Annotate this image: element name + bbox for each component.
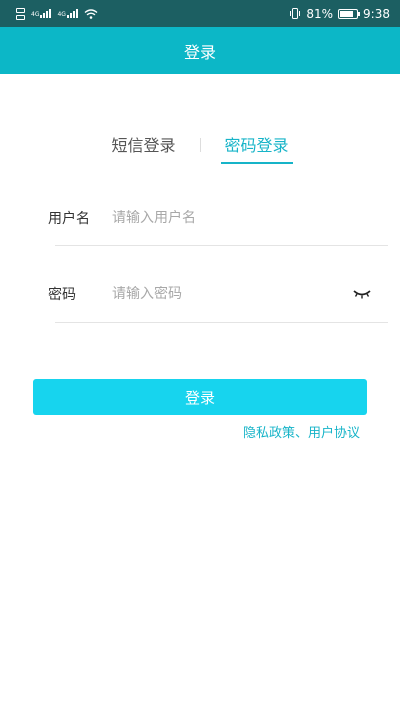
sim1-network-label: 4G <box>31 11 40 18</box>
signal-bars-icon <box>66 9 78 18</box>
password-underline <box>55 322 388 323</box>
battery-icon <box>338 8 361 19</box>
password-input[interactable] <box>112 286 350 302</box>
sim2-icon <box>16 14 25 20</box>
battery-percent: 81% <box>306 6 334 21</box>
sim1-icon <box>16 7 25 13</box>
sim2-network-label: 4G <box>57 11 66 18</box>
tab-divider <box>199 138 201 152</box>
privacy-policy-link[interactable]: 隐私政策、用户协议 <box>243 422 360 441</box>
sim1-signal: 4G <box>31 9 52 18</box>
tab-password-login[interactable]: 密码登录 <box>220 128 293 164</box>
username-label: 用户名 <box>48 211 90 227</box>
clock: 9:38 <box>363 6 390 21</box>
password-row: 密码 <box>48 272 388 316</box>
vibrate-icon <box>290 8 301 19</box>
status-right: 81% 9:38 <box>289 7 390 21</box>
login-button[interactable]: 登录 <box>33 379 367 415</box>
signal-bars-icon <box>40 9 52 18</box>
app-bar: 登录 <box>0 27 400 74</box>
status-bar: 4G 4G 81% 9:38 <box>0 0 400 27</box>
username-row: 用户名 <box>48 196 388 240</box>
password-label: 密码 <box>48 287 76 303</box>
wifi-icon <box>84 8 98 19</box>
sim2-signal: 4G <box>57 9 78 18</box>
tab-sms-login[interactable]: 短信登录 <box>107 128 179 164</box>
eye-closed-icon[interactable] <box>350 286 374 302</box>
login-tabs: 短信登录 密码登录 <box>0 128 400 164</box>
status-left: 4G 4G <box>16 7 98 20</box>
battery-fill <box>340 10 353 17</box>
sim-indicators <box>16 7 25 20</box>
page-title: 登录 <box>183 42 216 62</box>
username-underline <box>55 245 388 246</box>
username-input[interactable] <box>112 210 388 226</box>
